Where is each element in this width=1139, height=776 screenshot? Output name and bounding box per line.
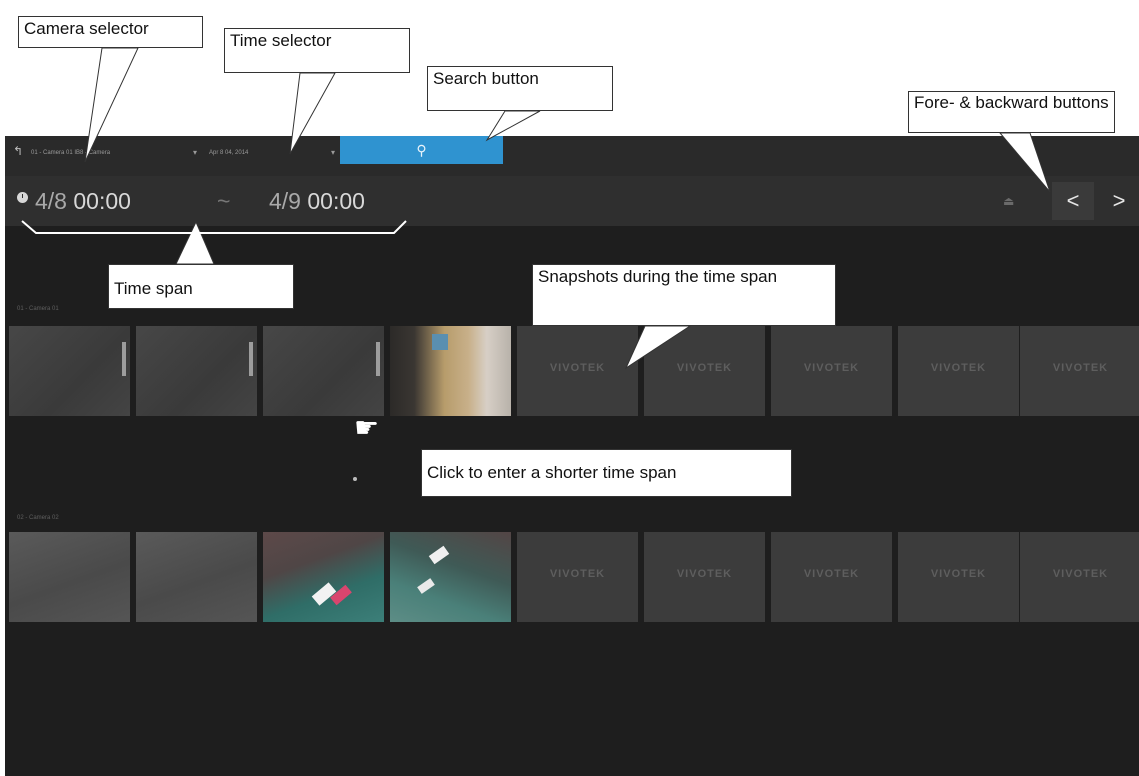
snapshot-thumbnail[interactable] <box>263 532 384 622</box>
brand-logo: VIVOTEK <box>549 362 606 374</box>
range-start: 4/8 00:00 <box>35 188 131 214</box>
clock-icon <box>17 192 28 203</box>
range-start-time: 00:00 <box>73 188 131 214</box>
snapshot-thumbnail[interactable] <box>263 326 384 416</box>
snapshot-placeholder[interactable]: VIVOTEK <box>771 532 892 622</box>
brand-logo: VIVOTEK <box>676 362 733 374</box>
brand-logo: VIVOTEK <box>676 568 733 580</box>
time-selector-value: Apr 8 04, 2014 <box>209 150 249 156</box>
mouse-cursor <box>353 477 357 481</box>
range-separator: ~ <box>217 188 231 214</box>
snapshot-placeholder[interactable]: VIVOTEK <box>517 326 638 416</box>
range-end-time: 00:00 <box>307 188 365 214</box>
camera-2-label: 02 - Camera 02 <box>17 515 59 521</box>
range-end-date: 4/9 <box>269 188 301 214</box>
annotation-click-hint: Click to enter a shorter time span <box>421 449 792 497</box>
search-icon: ⚲ <box>416 142 427 158</box>
brand-logo: VIVOTEK <box>930 362 987 374</box>
brand-logo: VIVOTEK <box>803 568 860 580</box>
brand-logo: VIVOTEK <box>803 362 860 374</box>
snapshot-placeholder[interactable]: VIVOTEK <box>1020 326 1139 416</box>
brand-logo: VIVOTEK <box>1052 362 1109 374</box>
time-range-bar: 4/8 00:00 ~ 4/9 00:00 ⏏ < > <box>5 176 1139 226</box>
camera-selector-value: 01 - Camera 01 IB8 - Camera <box>31 150 111 156</box>
snapshot-placeholder[interactable]: VIVOTEK <box>644 326 765 416</box>
annotation-time-span: Time span <box>108 264 294 309</box>
scroll-indicator <box>249 342 253 376</box>
chevron-down-icon: ▾ <box>330 148 335 157</box>
snapshot-thumbnail[interactable] <box>390 326 511 416</box>
back-icon[interactable]: ↰ <box>13 142 23 160</box>
forward-button[interactable]: > <box>1098 182 1139 220</box>
range-start-date: 4/8 <box>35 188 67 214</box>
annotation-snapshots: Snapshots during the time span <box>532 264 836 326</box>
camera-2-snapshot-strip: VIVOTEK VIVOTEK VIVOTEK VIVOTEK VIVOTEK <box>5 532 1139 622</box>
scroll-indicator <box>122 342 126 376</box>
snapshot-placeholder[interactable]: VIVOTEK <box>517 532 638 622</box>
brand-logo: VIVOTEK <box>549 568 606 580</box>
search-button[interactable]: ⚲ <box>340 136 503 164</box>
snapshot-thumbnail[interactable] <box>136 532 257 622</box>
annotation-search-button: Search button <box>427 66 613 111</box>
snapshot-thumbnail[interactable] <box>9 326 130 416</box>
time-selector[interactable]: Apr 8 04, 2014 ▾ <box>209 144 339 162</box>
toolbar: ↰ 01 - Camera 01 IB8 - Camera ▾ Apr 8 04… <box>5 136 1139 176</box>
camera-1-snapshot-strip: VIVOTEK VIVOTEK VIVOTEK VIVOTEK VIVOTEK <box>5 326 1139 416</box>
brand-logo: VIVOTEK <box>1052 568 1109 580</box>
annotation-fore-backward: Fore- & backward buttons <box>908 91 1115 133</box>
snapshot-thumbnail[interactable] <box>9 532 130 622</box>
annotation-camera-selector: Camera selector <box>18 16 203 48</box>
snapshot-thumbnail[interactable] <box>136 326 257 416</box>
scroll-indicator <box>376 342 380 376</box>
brand-logo: VIVOTEK <box>930 568 987 580</box>
camera-1-label: 01 - Camera 01 <box>17 306 59 312</box>
export-icon[interactable]: ⏏ <box>1003 194 1014 208</box>
snapshot-placeholder[interactable]: VIVOTEK <box>898 326 1019 416</box>
snapshot-placeholder[interactable]: VIVOTEK <box>771 326 892 416</box>
range-end: 4/9 00:00 <box>269 188 365 214</box>
snapshot-placeholder[interactable]: VIVOTEK <box>898 532 1019 622</box>
chevron-down-icon: ▾ <box>192 148 197 157</box>
snapshot-placeholder[interactable]: VIVOTEK <box>1020 532 1139 622</box>
snapshot-placeholder[interactable]: VIVOTEK <box>644 532 765 622</box>
camera-selector[interactable]: 01 - Camera 01 IB8 - Camera ▾ <box>31 144 201 162</box>
snapshot-thumbnail[interactable] <box>390 532 511 622</box>
annotation-time-selector: Time selector <box>224 28 410 73</box>
backward-button[interactable]: < <box>1052 182 1094 220</box>
pointer-hand-icon: ☛ <box>354 412 380 443</box>
